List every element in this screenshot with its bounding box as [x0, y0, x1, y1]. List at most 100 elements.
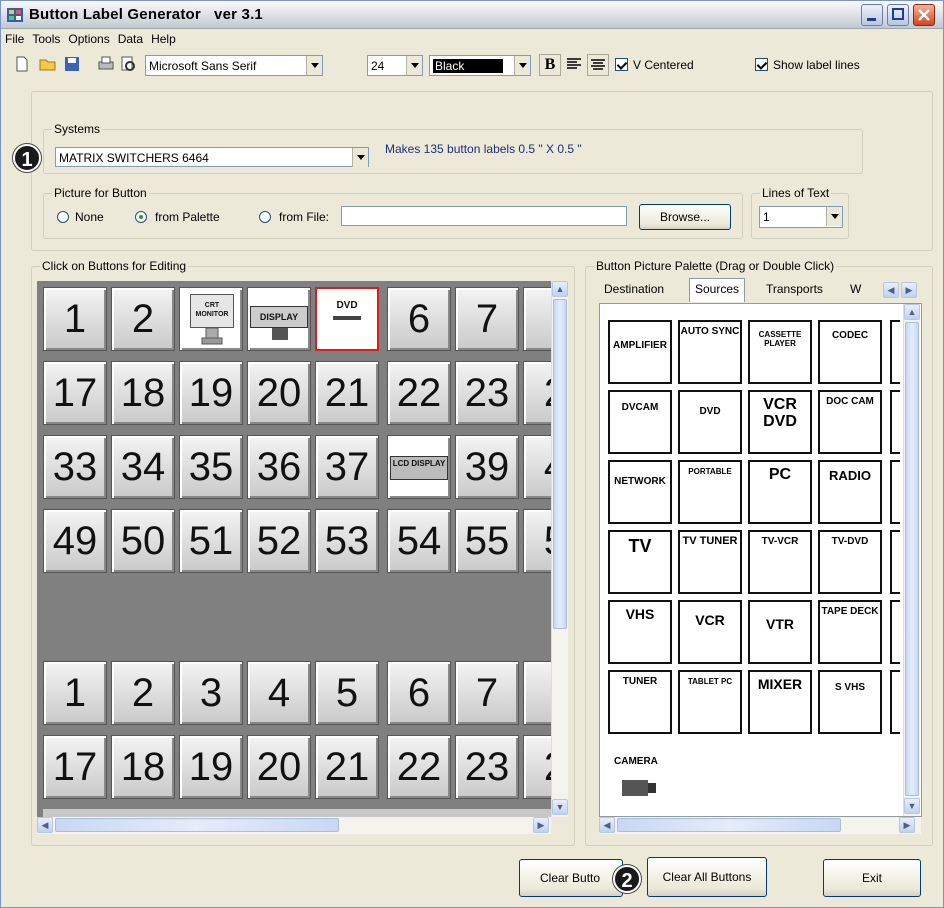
grid-button[interactable]: 3: [179, 661, 243, 725]
grid-button[interactable]: 21: [315, 735, 379, 799]
open-folder-icon[interactable]: [39, 55, 57, 73]
grid-button[interactable]: 1: [43, 661, 107, 725]
scroll-up-icon[interactable]: ▲: [904, 304, 920, 320]
grid-button-display[interactable]: DISPLAY: [247, 287, 311, 351]
grid-button[interactable]: 23: [455, 735, 519, 799]
v-centered-checkbox[interactable]: [615, 58, 628, 71]
picture-file-radio[interactable]: [259, 211, 271, 223]
print-icon[interactable]: [97, 55, 115, 73]
palette-item[interactable]: PC: [748, 460, 812, 524]
grid-button[interactable]: 7: [455, 661, 519, 725]
grid-button[interactable]: 1: [43, 287, 107, 351]
grid-button[interactable]: 39: [455, 435, 519, 499]
grid-button[interactable]: 18: [111, 735, 175, 799]
grid-button[interactable]: 5: [315, 661, 379, 725]
show-label-lines-checkbox[interactable]: [755, 58, 768, 71]
scroll-left-icon[interactable]: ◀: [37, 817, 53, 833]
grid-button[interactable]: 37: [315, 435, 379, 499]
scroll-down-icon[interactable]: ▼: [904, 798, 920, 814]
scroll-right-icon[interactable]: ▶: [899, 817, 915, 833]
palette-item[interactable]: TV TUNER: [678, 530, 742, 594]
palette-vertical-scrollbar[interactable]: ▲ ▼: [903, 304, 920, 816]
palette-item[interactable]: PORTABLE: [678, 460, 742, 524]
palette-item[interactable]: TABLET PC: [678, 670, 742, 734]
grid-button[interactable]: 6: [387, 287, 451, 351]
palette-item[interactable]: CODEC: [818, 320, 882, 384]
grid-button[interactable]: 20: [247, 735, 311, 799]
menu-help[interactable]: Help: [147, 29, 180, 46]
grid-scroll-thumb[interactable]: [553, 299, 567, 629]
lines-select[interactable]: 1: [759, 206, 843, 228]
palette-item[interactable]: CASSETTE PLAYER: [748, 320, 812, 384]
grid-button[interactable]: 55: [455, 509, 519, 573]
grid-button[interactable]: 53: [315, 509, 379, 573]
palette-item[interactable]: S VHS: [818, 670, 882, 734]
grid-h-scroll-thumb[interactable]: [55, 818, 339, 832]
scroll-left-icon[interactable]: ◀: [599, 817, 615, 833]
grid-button-crt-monitor[interactable]: CRT MONITOR: [179, 287, 243, 351]
grid-button[interactable]: 22: [387, 735, 451, 799]
clear-all-buttons-button[interactable]: Clear All Buttons: [647, 857, 767, 897]
grid-button[interactable]: 4: [523, 435, 551, 499]
print-preview-icon[interactable]: [119, 55, 137, 73]
align-left-icon[interactable]: [565, 55, 583, 73]
systems-select[interactable]: MATRIX SWITCHERS 6464: [55, 147, 369, 167]
picture-palette-radio[interactable]: [135, 211, 147, 223]
clear-button[interactable]: Clear Butto: [519, 859, 623, 897]
grid-button[interactable]: 4: [247, 661, 311, 725]
palette-item[interactable]: NETWORK: [608, 460, 672, 524]
grid-button[interactable]: 22: [387, 361, 451, 425]
palette-item[interactable]: AUTO SYNC: [678, 320, 742, 384]
tab-w[interactable]: W: [845, 279, 866, 301]
palette-item[interactable]: TUNER: [608, 670, 672, 734]
palette-item[interactable]: DOC CAM: [818, 390, 882, 454]
menu-file[interactable]: File: [1, 29, 28, 46]
scroll-right-icon[interactable]: ▶: [533, 817, 549, 833]
grid-button[interactable]: 18: [111, 361, 175, 425]
grid-button[interactable]: 19: [179, 361, 243, 425]
grid-button[interactable]: [523, 661, 551, 725]
menu-tools[interactable]: Tools: [28, 29, 64, 46]
font-color-select[interactable]: Black: [429, 55, 531, 76]
grid-button[interactable]: 51: [179, 509, 243, 573]
grid-button-dvd-selected[interactable]: DVD: [315, 287, 379, 351]
scroll-up-icon[interactable]: ▲: [552, 281, 568, 297]
grid-button[interactable]: 23: [455, 361, 519, 425]
grid-button[interactable]: 2: [523, 735, 551, 799]
grid-button[interactable]: 2: [523, 361, 551, 425]
palette-item[interactable]: RADIO: [818, 460, 882, 524]
palette-item[interactable]: VHS: [608, 600, 672, 664]
maximize-button[interactable]: [887, 4, 909, 26]
grid-button[interactable]: 50: [111, 509, 175, 573]
grid-button[interactable]: 6: [387, 661, 451, 725]
minimize-button[interactable]: [861, 4, 883, 26]
grid-button[interactable]: 34: [111, 435, 175, 499]
tab-transports[interactable]: Transports: [761, 279, 828, 301]
grid-button[interactable]: 20: [247, 361, 311, 425]
grid-button[interactable]: 35: [179, 435, 243, 499]
new-file-icon[interactable]: [13, 55, 31, 73]
browse-button[interactable]: Browse...: [639, 204, 731, 230]
grid-button[interactable]: [523, 287, 551, 351]
picture-none-radio[interactable]: [57, 211, 69, 223]
tab-scroll-right-icon[interactable]: ▶: [901, 282, 917, 298]
palette-item[interactable]: TV-DVD: [818, 530, 882, 594]
tab-scroll-left-icon[interactable]: ◀: [883, 282, 899, 298]
grid-button-lcd-display[interactable]: LCD DISPLAY: [387, 435, 451, 499]
tab-destination[interactable]: Destination: [599, 279, 669, 301]
palette-item[interactable]: DVCAM: [608, 390, 672, 454]
save-icon[interactable]: [63, 55, 81, 73]
palette-item[interactable]: VCR DVD: [748, 390, 812, 454]
palette-item[interactable]: VCR: [678, 600, 742, 664]
grid-button[interactable]: 21: [315, 361, 379, 425]
grid-button[interactable]: 49: [43, 509, 107, 573]
palette-h-scroll-thumb[interactable]: [617, 818, 841, 832]
scroll-down-icon[interactable]: ▼: [552, 799, 568, 815]
close-button[interactable]: [913, 4, 935, 26]
grid-vertical-scrollbar[interactable]: ▲ ▼: [551, 281, 568, 817]
align-center-button[interactable]: [587, 54, 609, 76]
palette-scroll-thumb[interactable]: [905, 322, 919, 796]
grid-button[interactable]: 7: [455, 287, 519, 351]
font-family-select[interactable]: Microsoft Sans Serif: [145, 55, 323, 76]
palette-item[interactable]: TV: [608, 530, 672, 594]
